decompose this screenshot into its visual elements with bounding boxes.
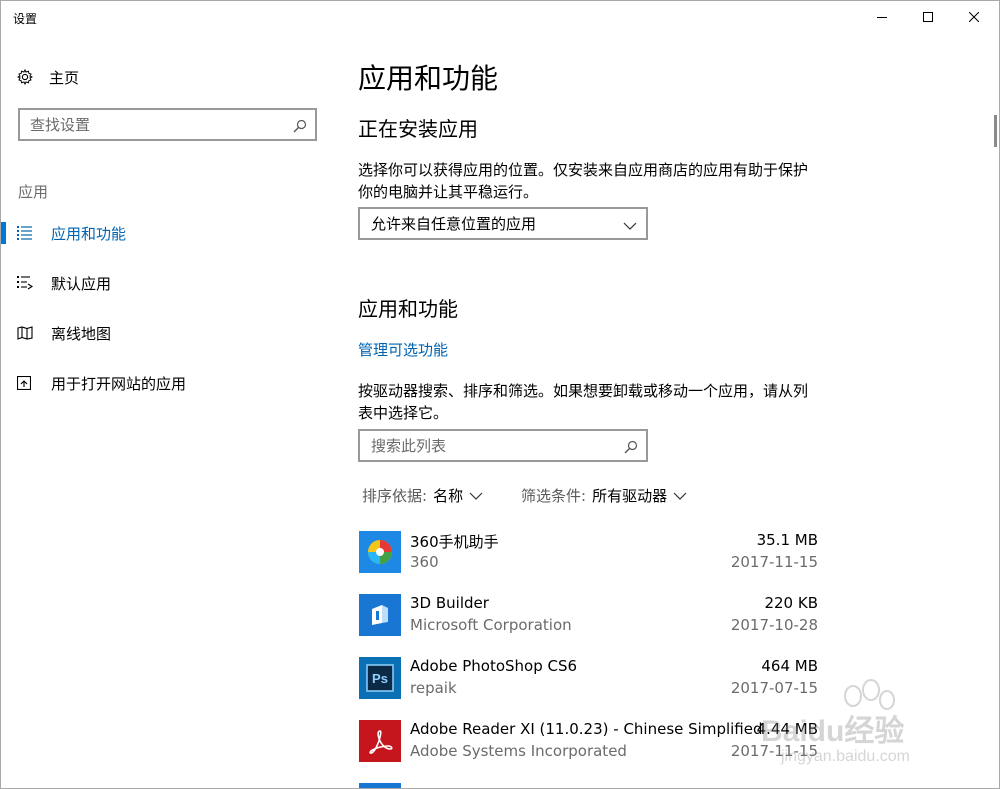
close-icon [969,12,979,22]
app-name: 3D Builder [410,594,489,612]
app-size: 464 MB [761,657,818,675]
app-size: 220 KB [764,594,818,612]
nav-item-apps-features[interactable]: 应用和功能 [1,213,331,253]
minimize-icon [877,17,887,18]
nav-item-apps-for-websites[interactable]: 用于打开网站的应用 [1,363,331,403]
manage-optional-features-link[interactable]: 管理可选功能 [358,339,448,360]
chevron-down-icon [469,492,483,500]
settings-search-box[interactable] [18,108,317,141]
photoshop-icon: Ps [359,657,401,699]
nav-item-label: 应用和功能 [51,224,127,243]
map-icon [1,326,51,340]
filter-value: 所有驱动器 [592,487,668,505]
gear-icon [17,69,33,85]
app-publisher: Adobe Systems Incorporated [410,742,627,760]
app-size: 4.44 MB [756,720,818,738]
app-list-item[interactable]: Adobe Reader XI (11.0.23) - Chinese Simp… [358,718,818,781]
apps-section-title: 应用和功能 [358,297,458,321]
360-assistant-icon [359,531,401,573]
app-icon-partial [359,783,401,788]
app-date: 2017-07-15 [730,679,818,697]
filter-dropdown[interactable]: 筛选条件: 所有驱动器 [521,485,687,506]
install-description: 选择你可以获得应用的位置。仅安装来自应用商店的应用有助于保护你的电脑并让其平稳运… [358,161,809,201]
page-title: 应用和功能 [358,62,499,95]
nav-pane: 主页 应用 应用和功能 默认应用 离线地图 [1,35,331,788]
app-name: 360手机助手 [410,533,499,551]
nav-item-default-apps[interactable]: 默认应用 [1,263,331,303]
list-icon [1,226,51,240]
nav-item-label: 离线地图 [51,324,112,343]
default-apps-icon [1,276,51,290]
install-source-dropdown[interactable]: 允许来自任意位置的应用 [358,207,648,240]
sort-value: 名称 [433,487,464,505]
maximize-icon [923,12,933,22]
app-date: 2017-11-15 [730,553,818,571]
close-button[interactable] [951,1,997,33]
app-date: 2017-11-15 [730,742,818,760]
apps-description: 按驱动器搜索、排序和筛选。如果想要卸载或移动一个应用，请从列表中选择它。 [358,382,809,422]
app-publisher: repaik [410,679,457,697]
main-content: 应用和功能 正在安装应用 选择你可以获得应用的位置。仅安装来自应用商店的应用有助… [358,35,978,788]
app-list-item[interactable]: 360手机助手 360 35.1 MB 2017-11-15 [358,529,818,592]
app-list-search-box[interactable] [358,429,648,462]
app-list: 360手机助手 360 35.1 MB 2017-11-15 3D Builde… [358,529,818,788]
nav-item-label: 用于打开网站的应用 [51,374,187,393]
app-publisher: Microsoft Corporation [410,616,572,634]
window-title: 设置 [13,12,38,26]
app-list-item[interactable] [358,781,818,788]
sort-dropdown[interactable]: 排序依据: 名称 [362,485,483,506]
home-nav-item[interactable]: 主页 [17,65,79,89]
chevron-down-icon [623,217,637,235]
app-date: 2017-10-28 [730,616,818,634]
sort-label: 排序依据: [362,487,428,505]
app-list-search-input[interactable] [360,431,610,460]
app-list-item[interactable]: 3D Builder Microsoft Corporation 220 KB … [358,592,818,655]
nav-item-label: 默认应用 [51,274,112,293]
chevron-down-icon [673,492,687,500]
maximize-button[interactable] [905,1,951,33]
3d-builder-icon [359,594,401,636]
nav-item-offline-maps[interactable]: 离线地图 [1,313,331,353]
settings-window: 设置 主页 应用 应 [0,0,1000,789]
dropdown-value: 允许来自任意位置的应用 [371,215,537,233]
title-bar: 设置 [1,1,999,35]
app-publisher: 360 [410,553,439,571]
scrollbar-thumb[interactable] [994,115,997,147]
app-name: Adobe Reader XI (11.0.23) - Chinese Simp… [410,720,763,738]
install-section-title: 正在安装应用 [358,117,478,141]
app-size: 35.1 MB [756,531,818,549]
minimize-button[interactable] [859,1,905,33]
settings-search-input[interactable] [20,110,270,139]
svg-text:Ps: Ps [372,671,388,686]
nav-section-label: 应用 [18,183,49,201]
app-name: Adobe PhotoShop CS6 [410,657,578,675]
search-icon[interactable] [293,118,307,137]
home-label: 主页 [49,68,80,87]
app-list-item[interactable]: Ps Adobe PhotoShop CS6 repaik 464 MB 201… [358,655,818,718]
open-app-icon [1,376,51,390]
search-icon[interactable] [624,439,638,458]
filter-label: 筛选条件: [521,487,587,505]
adobe-reader-icon [359,720,401,762]
